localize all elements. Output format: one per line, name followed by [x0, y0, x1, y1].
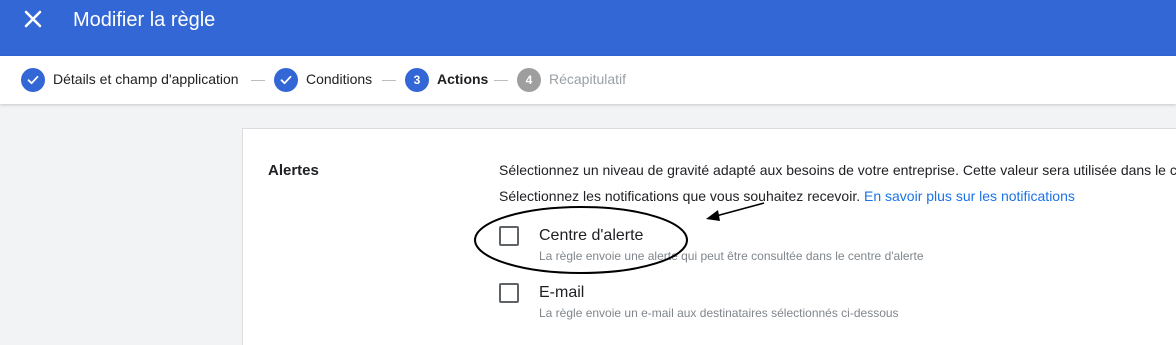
- step-2-label[interactable]: Conditions: [306, 71, 372, 88]
- page-title: Modifier la règle: [73, 9, 216, 31]
- step-separator: [494, 80, 508, 81]
- step-4-label[interactable]: Récapitulatif: [549, 71, 626, 88]
- notifications-text: Sélectionnez les notifications que vous …: [499, 188, 861, 204]
- alert-center-label[interactable]: Centre d'alerte: [539, 226, 643, 245]
- alert-center-checkbox[interactable]: [499, 226, 519, 246]
- close-icon[interactable]: [20, 6, 46, 32]
- step-3-label[interactable]: Actions: [437, 71, 488, 88]
- notifications-description: Sélectionnez les notifications que vous …: [499, 188, 1075, 205]
- step-separator: [382, 80, 396, 81]
- email-checkbox[interactable]: [499, 283, 519, 303]
- email-label[interactable]: E-mail: [539, 283, 584, 302]
- header-bar: Modifier la règle: [0, 0, 1176, 56]
- step-3-number: 3: [405, 68, 429, 92]
- step-1-check-icon: [21, 68, 45, 92]
- stepper: Détails et champ d'application Condition…: [0, 56, 1176, 104]
- step-1-label[interactable]: Détails et champ d'application: [53, 71, 239, 88]
- severity-description: Sélectionnez un niveau de gravité adapté…: [499, 162, 1176, 178]
- step-2-check-icon: [274, 68, 298, 92]
- email-help: La règle envoie un e-mail aux destinatai…: [539, 306, 899, 320]
- step-4-number: 4: [517, 68, 541, 92]
- step-separator: [251, 80, 265, 81]
- alert-center-help: La règle envoie une alerte qui peut être…: [539, 249, 924, 263]
- alerts-section-title: Alertes: [268, 162, 319, 179]
- learn-more-link[interactable]: En savoir plus sur les notifications: [864, 188, 1075, 204]
